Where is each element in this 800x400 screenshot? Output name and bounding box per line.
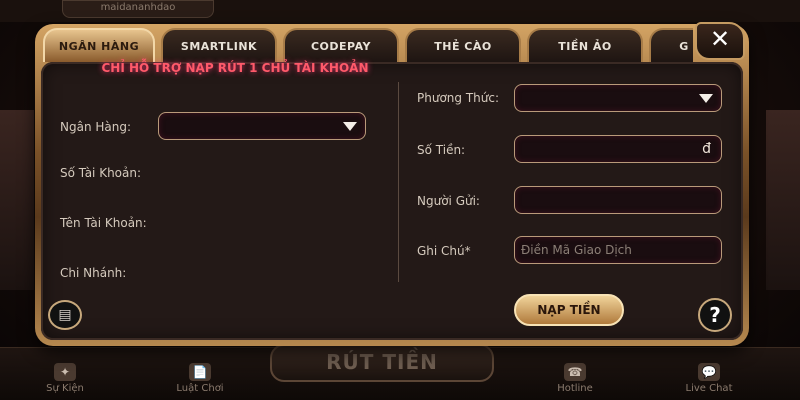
bottom-item-rules[interactable]: 📄 Luật Chơi [165,363,235,394]
amount-unit: đ [702,141,711,157]
help-button[interactable]: ? [698,298,732,332]
sender-input[interactable] [514,186,722,214]
account-name-label: Tên Tài Khoản: [60,216,147,230]
chevron-down-icon [343,122,357,131]
chat-icon: 💬 [698,363,720,381]
method-select[interactable] [514,84,722,112]
sender-label: Người Gửi: [417,194,480,208]
note-input[interactable]: Điền Mã Giao Dịch [514,236,722,264]
note-placeholder: Điền Mã Giao Dịch [521,243,632,257]
deposit-button[interactable]: NẠP TIỀN [514,294,624,326]
note-label: Ghi Chú* [417,244,471,258]
left-side-panel [0,110,34,290]
tab-tien-ao[interactable]: TIỀN ẢO [527,28,643,62]
branch-label: Chi Nhánh: [60,266,127,280]
close-button[interactable]: ✕ [695,22,745,60]
bottom-item-livechat[interactable]: 💬 Live Chat [674,363,744,394]
column-divider [398,82,399,282]
account-number-label: Số Tài Khoản: [60,166,142,180]
bottom-item-events[interactable]: ✦ Sự Kiện [30,363,100,394]
rules-icon: 📄 [189,363,211,381]
bank-label: Ngân Hàng: [60,120,132,134]
amount-label: Số Tiền: [417,143,466,157]
bottom-item-label: Luật Chơi [176,383,224,394]
history-icon: ▤ [58,307,72,323]
phone-icon: ☎ [564,363,586,381]
right-side-panel [766,110,800,290]
notice-text: CHỈ HỖ TRỢ NẠP RÚT 1 CHỦ TÀI KHOẢN [101,61,369,75]
account-name: maidananhdao [62,0,214,18]
amount-input[interactable]: đ [514,135,722,163]
history-button[interactable]: ▤ [48,300,82,330]
event-icon: ✦ [54,363,76,381]
method-label: Phương Thức: [417,91,500,105]
bank-select[interactable] [158,112,366,140]
bottom-item-label: Sự Kiện [46,383,84,394]
tab-more[interactable]: G [649,28,693,62]
close-icon: ✕ [709,25,731,53]
help-icon: ? [709,303,721,327]
bottom-item-label: Live Chat [685,383,733,394]
bottom-item-hotline[interactable]: ☎ Hotline [540,363,610,394]
chevron-down-icon [699,94,713,103]
bottom-item-label: Hotline [557,383,593,394]
tab-the-cao[interactable]: THẺ CÀO [405,28,521,62]
withdraw-button[interactable]: RÚT TIỀN [270,344,494,382]
